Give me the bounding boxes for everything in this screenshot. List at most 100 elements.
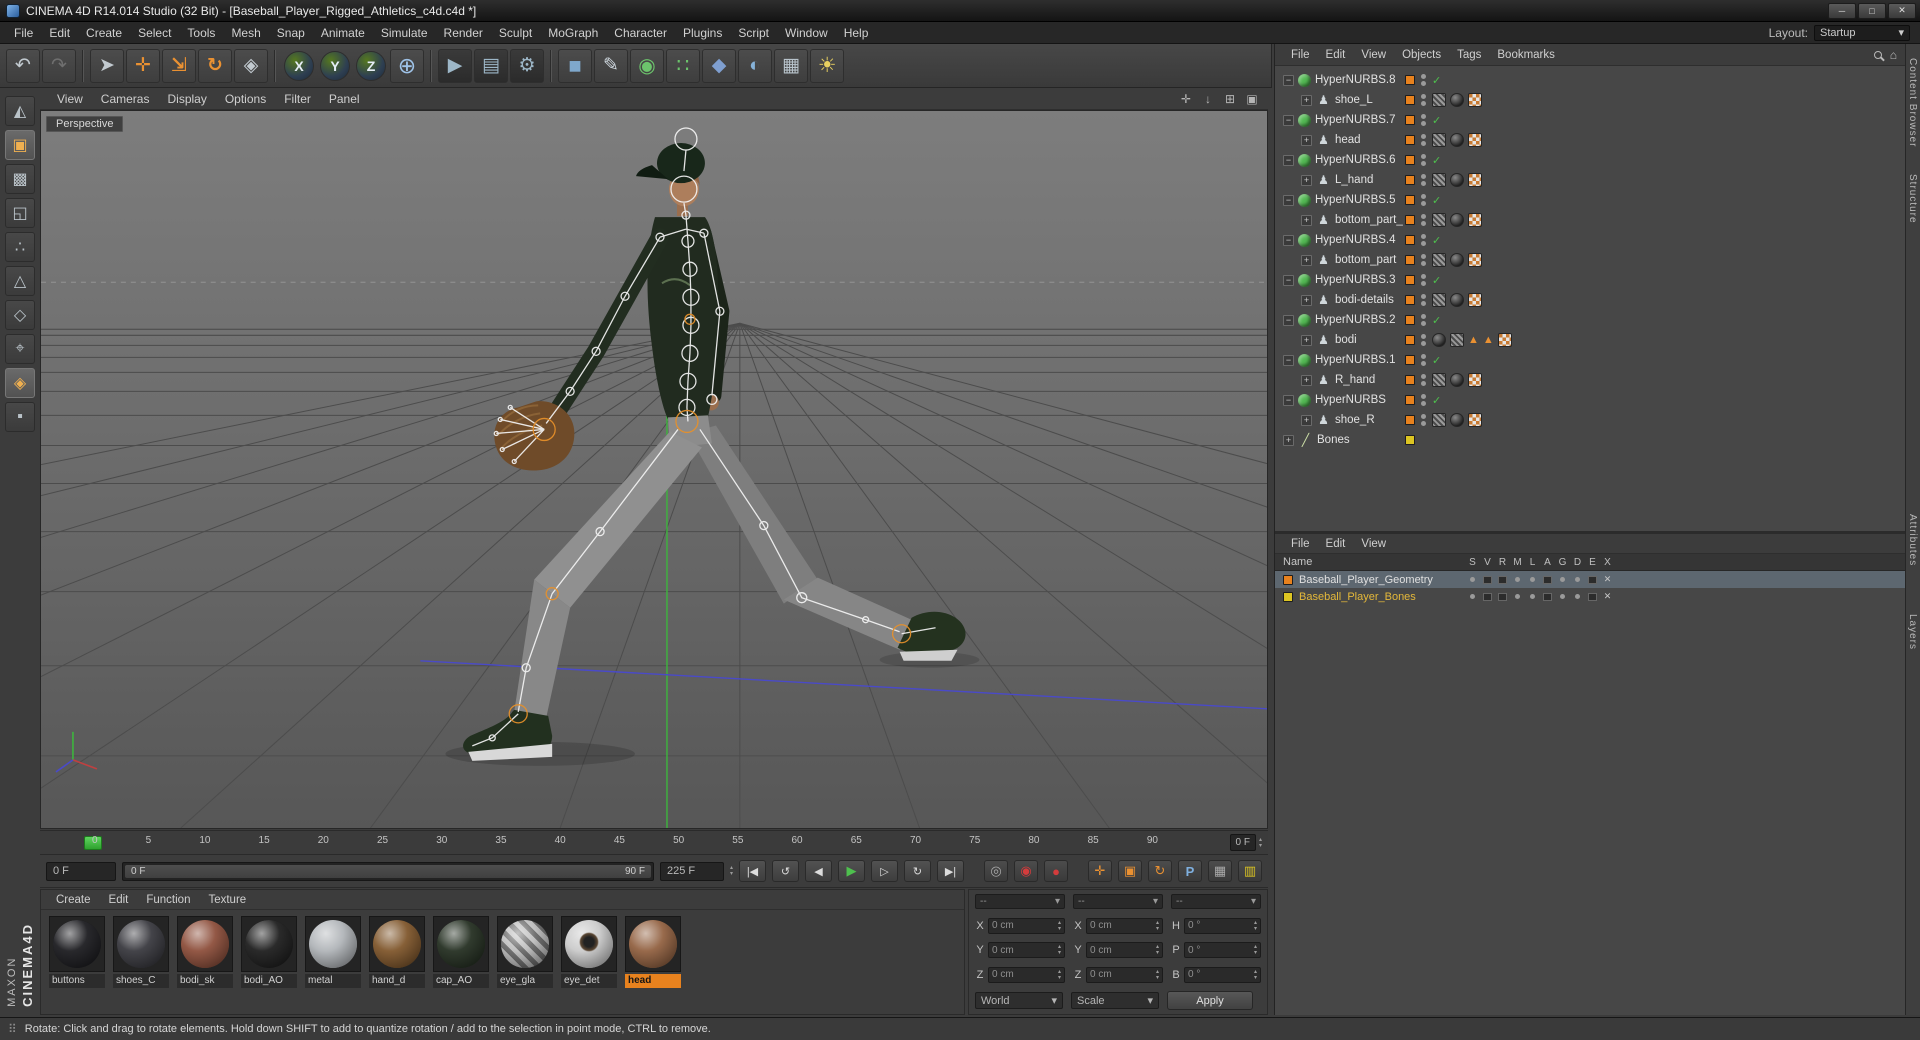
object-row[interactable]: + ♟ head [1275,130,1906,150]
material-label[interactable]: cap_AO [433,974,489,988]
weight-tag-icon[interactable] [1432,253,1446,267]
weight-tag-icon[interactable] [1432,133,1446,147]
array-icon[interactable]: ∷ [666,48,700,83]
size-x-field[interactable]: 0 cm ▴ ▾ [1086,917,1163,934]
object-row[interactable]: + ♟ L_hand [1275,170,1906,190]
timeline-end-field[interactable]: 0 F [1229,834,1256,851]
layer-chip[interactable] [1405,95,1415,105]
menu-select[interactable]: Select [130,22,179,43]
goto-start-button[interactable]: |◀ [739,860,766,882]
om-menu-edit[interactable]: Edit [1318,49,1354,61]
enabled-check-icon[interactable]: ✓ [1432,194,1441,207]
rotation-h-field[interactable]: 0 ° ▴ ▾ [1184,917,1261,934]
weight-tag-icon[interactable] [1432,93,1446,107]
material-item[interactable]: hand_d [369,916,427,988]
material-menu-create[interactable]: Create [47,894,100,906]
layer-solo-cell[interactable] [1465,574,1480,586]
goto-end-button[interactable]: ▶| [937,860,964,882]
visibility-dots[interactable] [1421,74,1426,86]
expand-toggle-icon[interactable]: + [1301,334,1312,346]
material-item[interactable]: eye_gla [497,916,555,988]
menu-script[interactable]: Script [730,22,777,43]
menu-simulate[interactable]: Simulate [373,22,436,43]
material-item[interactable]: buttons [49,916,107,988]
material-label[interactable]: hand_d [369,974,425,988]
menu-tools[interactable]: Tools [179,22,223,43]
weight-tag-icon[interactable] [1432,413,1446,427]
record-position-icon[interactable]: ✛ [1088,860,1112,882]
layer-deformers-cell[interactable] [1570,574,1585,586]
layer-chip[interactable] [1405,375,1415,385]
position-z-field[interactable]: 0 cm ▴ ▾ [988,966,1065,983]
apply-button[interactable]: Apply [1167,991,1253,1010]
uvw-tag-icon[interactable] [1468,173,1482,187]
collapse-toggle-icon[interactable]: − [1283,314,1294,326]
layer-view-cell[interactable] [1480,574,1495,586]
autokey-icon[interactable]: ● [1044,860,1068,882]
collapse-toggle-icon[interactable]: − [1283,194,1294,206]
layer-chip[interactable] [1405,195,1415,205]
minimize-button[interactable]: ─ [1828,2,1856,19]
scale-mode-dropdown[interactable]: Scale ▾ [1071,992,1159,1009]
enabled-check-icon[interactable]: ✓ [1432,114,1441,127]
visibility-dots[interactable] [1421,314,1426,326]
material-label[interactable]: eye_gla [497,974,553,988]
uvw-tag-icon[interactable] [1468,93,1482,107]
timeline-ruler[interactable]: 0 5 10 15 20 25 30 35 40 45 50 55 60 65 70 75 80 85 … [40,830,1268,855]
viewport-menu-panel[interactable]: Panel [320,92,369,106]
om-menu-tags[interactable]: Tags [1449,49,1489,61]
layer-deformers-cell[interactable] [1570,591,1585,603]
rotation-p-field[interactable]: 0 ° ▴ ▾ [1184,942,1261,958]
expand-toggle-icon[interactable]: + [1301,294,1312,306]
menu-edit[interactable]: Edit [41,22,78,43]
rotate-tool-icon[interactable]: ↻ [198,48,232,83]
om-menu-bookmarks[interactable]: Bookmarks [1489,49,1563,61]
layer-color-chip[interactable] [1283,574,1293,585]
enabled-check-icon[interactable]: ✓ [1432,354,1441,367]
layer-render-cell[interactable] [1495,591,1510,603]
texture-tag-icon[interactable] [1450,213,1464,227]
search-icon[interactable] [1873,50,1882,59]
object-row[interactable]: + ♟ bottom_part_ [1275,210,1906,230]
menu-render[interactable]: Render [436,22,491,43]
visibility-dots[interactable] [1421,294,1426,306]
material-item[interactable]: cap_AO [433,916,491,988]
expand-toggle-icon[interactable]: + [1301,134,1312,146]
swap-view-icon[interactable]: ⊞ [1222,92,1238,106]
prev-key-button[interactable]: ↺ [772,860,799,882]
weight-tag-icon[interactable] [1432,173,1446,187]
viewport-menu-display[interactable]: Display [158,92,215,106]
layer-chip[interactable] [1405,395,1415,405]
scale-tool-icon[interactable]: ⇲ [162,48,196,83]
size-z-field[interactable]: 0 cm ▴ ▾ [1086,966,1163,983]
collapse-toggle-icon[interactable]: − [1283,114,1294,126]
object-row[interactable]: − HyperNURBS.5 ✓ [1275,190,1906,210]
material-label[interactable]: metal [305,974,361,988]
layer-chip[interactable] [1405,215,1415,225]
render-settings-icon[interactable]: ⚙ [510,48,544,83]
material-menu-edit[interactable]: Edit [100,894,138,906]
coordinate-space-dropdown[interactable]: World ▾ [975,992,1063,1009]
layer-manager-cell[interactable] [1510,591,1525,603]
object-row[interactable]: − HyperNURBS.7 ✓ [1275,110,1906,130]
axis-mode-icon[interactable]: ⌖ [5,334,35,364]
uvw-tag-icon[interactable] [1468,253,1482,267]
texture-tag-icon[interactable] [1450,293,1464,307]
layer-solo-cell[interactable] [1465,591,1480,603]
lm-menu-file[interactable]: File [1283,538,1318,550]
material-preview[interactable] [245,920,293,968]
object-row[interactable]: − HyperNURBS.1 ✓ [1275,350,1906,370]
visibility-dots[interactable] [1421,254,1426,266]
preview-range-slider[interactable]: 0 F 90 F [122,861,654,881]
workplane-icon[interactable]: ◱ [5,198,35,228]
texture-tag-icon[interactable] [1450,413,1464,427]
menu-create[interactable]: Create [78,22,130,43]
expand-toggle-icon[interactable]: + [1301,254,1312,266]
texture-tag-icon[interactable] [1450,253,1464,267]
object-row[interactable]: − HyperNURBS.6 ✓ [1275,150,1906,170]
enabled-check-icon[interactable]: ✓ [1432,74,1441,87]
texture-tag-icon[interactable] [1432,333,1446,347]
layer-animation-cell[interactable] [1540,591,1555,603]
object-row[interactable]: + ♟ R_hand [1275,370,1906,390]
uvw-tag-icon[interactable] [1468,373,1482,387]
